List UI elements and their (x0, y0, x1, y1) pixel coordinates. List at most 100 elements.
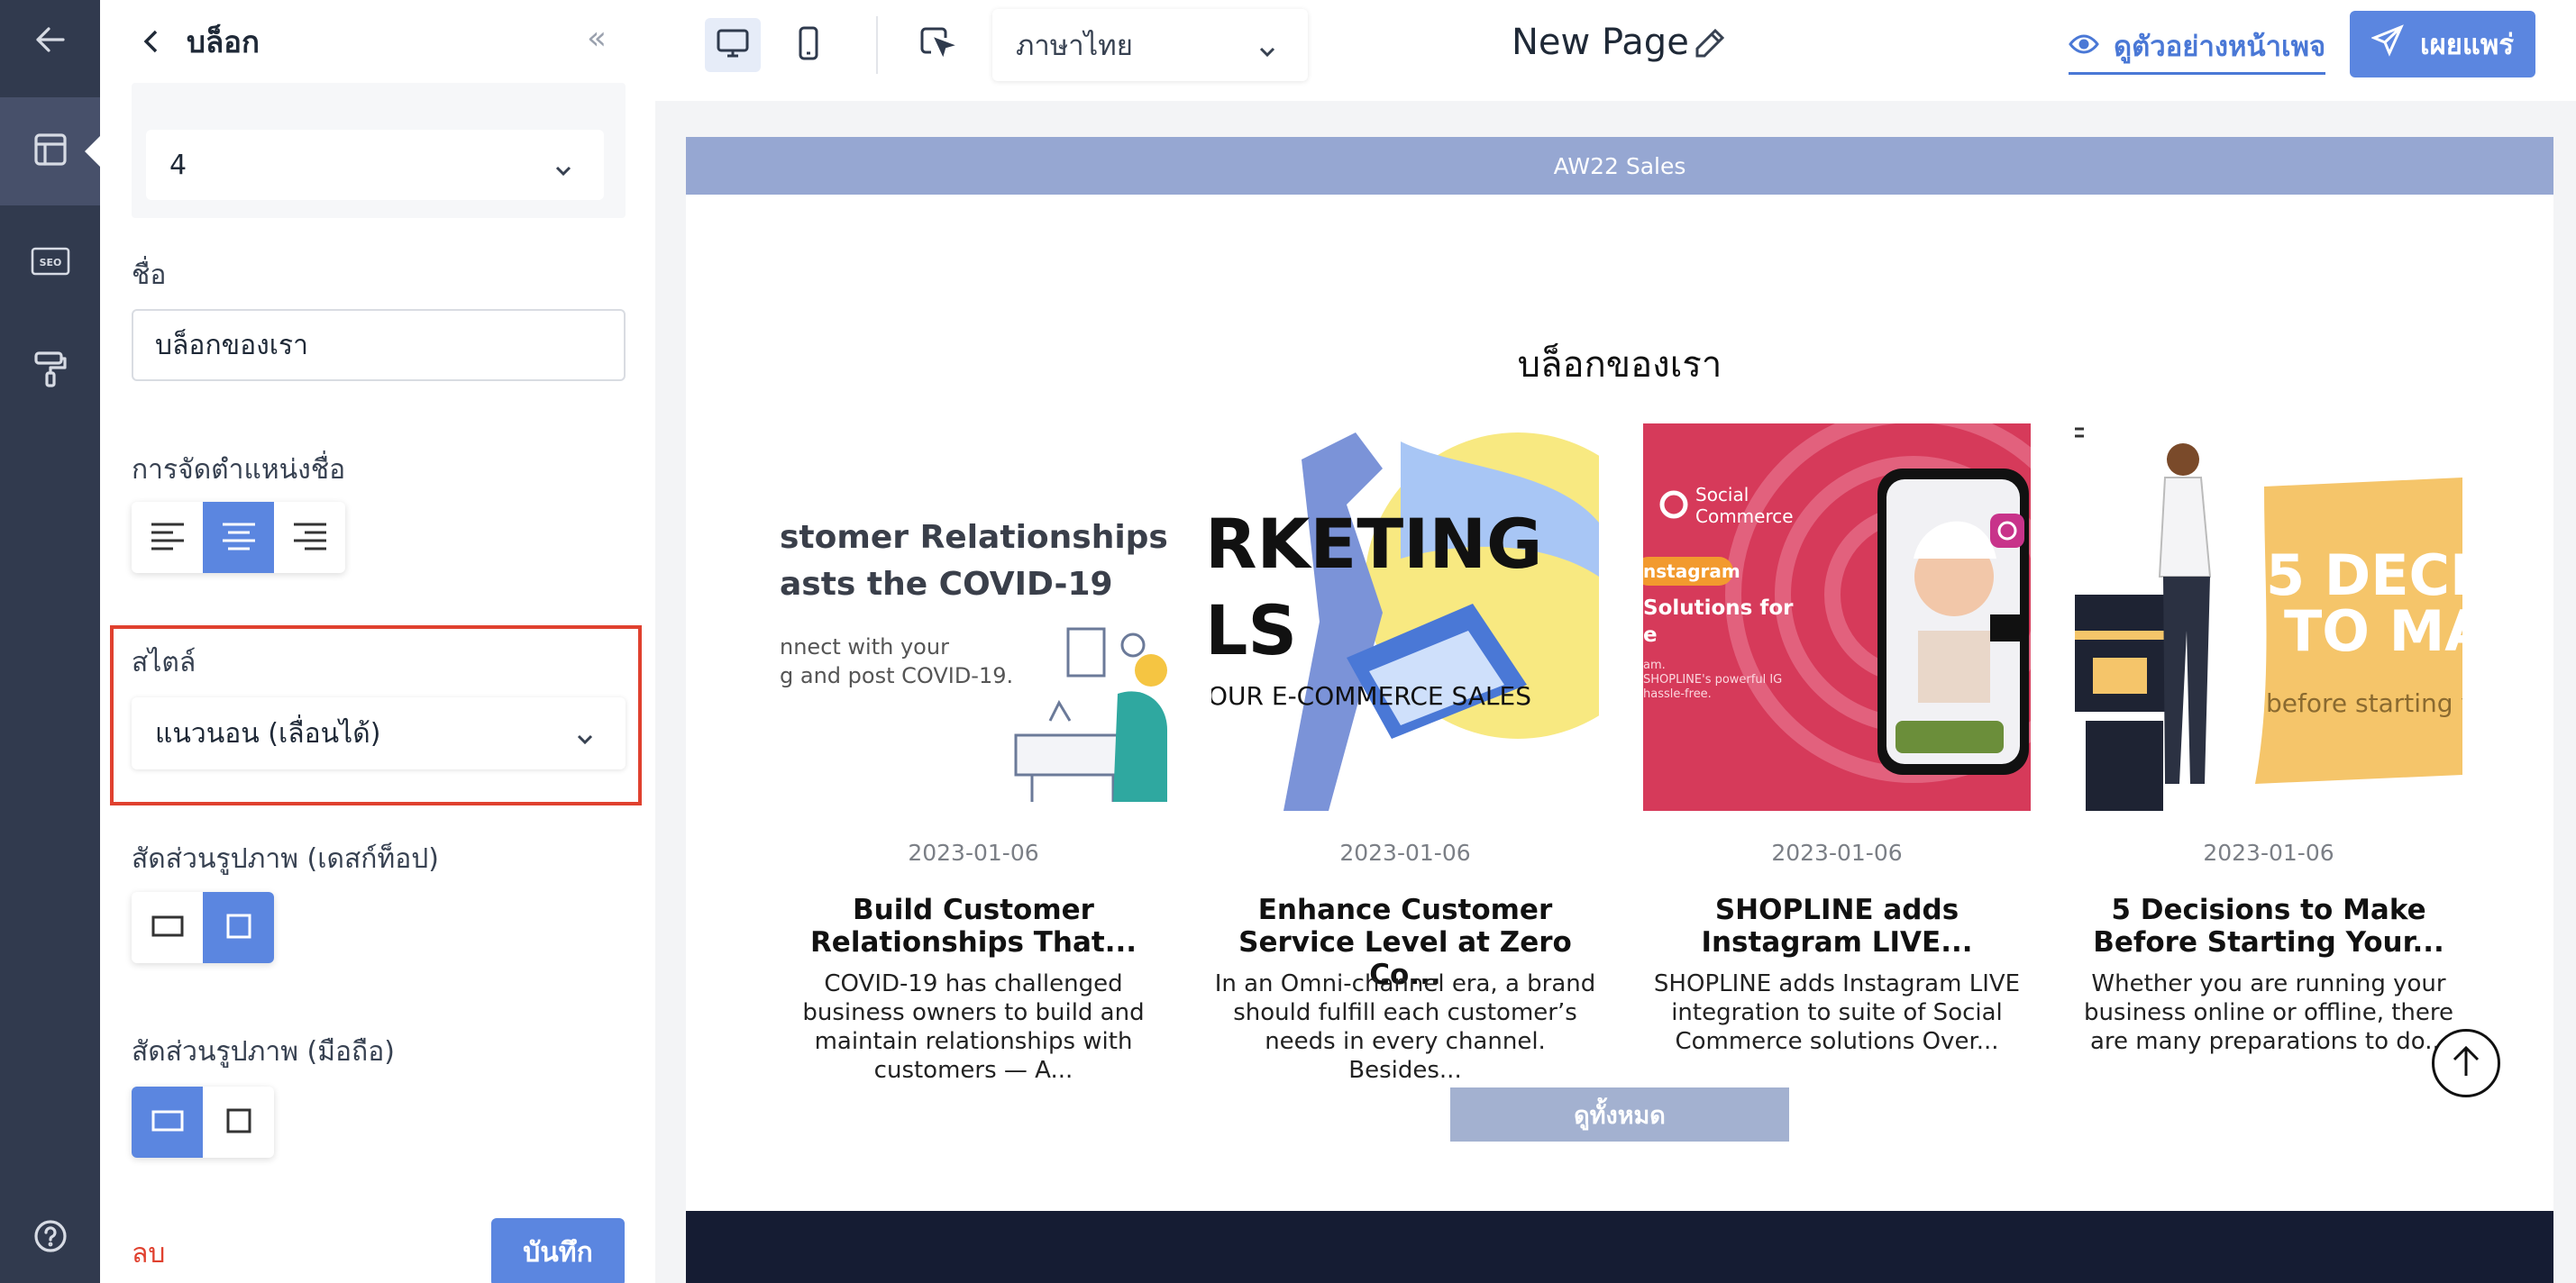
rail-seo-button[interactable]: SEO (0, 209, 100, 317)
ratio-square-button[interactable] (203, 892, 274, 963)
align-right-icon (292, 521, 328, 555)
eye-icon (2069, 30, 2114, 62)
chevron-down-icon (1257, 36, 1277, 58)
landscape-ratio-icon (151, 1109, 184, 1136)
page-preview: AW22 Sales บล็อกของเรา stomer Relationsh… (686, 137, 2553, 1283)
language-select[interactable]: ภาษาไทย (992, 9, 1308, 81)
page-footer (686, 1211, 2553, 1283)
count-setting: 4 (132, 83, 626, 218)
landscape-ratio-icon (151, 914, 184, 942)
blog-card-excerpt: COVID-19 has challenged business owners … (802, 970, 1145, 1084)
name-label: ชื่อ (132, 259, 167, 291)
mobile-view-button[interactable] (781, 18, 836, 72)
blog-card-excerpt: Whether you are running your business on… (2083, 970, 2454, 1055)
blog-card-title[interactable]: 5 Decisions to Make Before Starting Your… (2075, 894, 2462, 959)
name-input[interactable] (132, 309, 626, 381)
blog-card-title[interactable]: SHOPLINE adds Instagram LIVE... (1643, 894, 2031, 959)
desktop-view-button[interactable] (705, 18, 761, 72)
publish-button[interactable]: เผยแพร่ (2350, 11, 2535, 77)
thumb-text: g and post COVID-19. (780, 663, 1013, 688)
thumb-text: LS (1211, 590, 1297, 670)
scroll-to-top-button[interactable] (2432, 1029, 2500, 1097)
blog-card-excerpt: SHOPLINE adds Instagram LIVE integration… (1653, 970, 2021, 1055)
panel-header: บล็อก « (100, 0, 655, 83)
blog-card-thumbnail: stomer Relationships asts the COVID-19 n… (780, 423, 1167, 811)
blog-card-date: 2023-01-06 (908, 840, 1039, 866)
blog-card-date: 2023-01-06 (1339, 840, 1471, 866)
page-name: New Page (1512, 22, 1689, 63)
align-right-button[interactable] (274, 502, 345, 573)
panel-footer: ลบ บันทึก (100, 1198, 655, 1283)
rail-theme-button[interactable] (0, 317, 100, 425)
announcement-bar[interactable]: AW22 Sales (686, 137, 2553, 195)
page-builder: SEO บล็อก « 4 ชื่อ บล็อกของเรา การจัดตำแ… (0, 0, 2576, 1283)
icon-rail: SEO (0, 0, 101, 1283)
blog-card-thumbnail: Social Commerce nstagram Solutions for e… (1643, 423, 2031, 811)
preview-link[interactable]: ดูตัวอย่างหน้าเพจ (2069, 23, 2326, 75)
send-icon (2370, 24, 2420, 64)
arrow-left-icon (32, 22, 69, 61)
blog-card-thumbnail: RKETING LS OUR E-COMMERCE SALES (1211, 423, 1599, 811)
preview-label: ดูตัวอย่างหน้าเพจ (2114, 31, 2326, 63)
title-align-label: การจัดตำแหน่งชื่อ (132, 454, 346, 486)
svg-text:SEO: SEO (39, 257, 61, 268)
chevron-left-icon[interactable] (136, 25, 169, 58)
cursor-select-icon (918, 25, 956, 65)
rail-layout-button[interactable] (0, 97, 101, 205)
blog-card-excerpt: In an Omni-channel era, a brand should f… (1214, 970, 1596, 1084)
back-button[interactable] (0, 0, 100, 83)
ratio-landscape-button[interactable] (132, 1087, 203, 1158)
thumb-text: e (1643, 623, 1658, 647)
thumb-text: RKETING (1211, 504, 1542, 584)
language-select-value: ภาษาไทย (1016, 30, 1133, 62)
toolbar-divider (876, 16, 878, 74)
collapse-panel-icon[interactable]: « (587, 20, 607, 57)
preview-canvas: AW22 Sales บล็อกของเรา stomer Relationsh… (655, 101, 2576, 1283)
count-select[interactable]: 4 (146, 130, 604, 200)
arrow-up-icon (2450, 1043, 2482, 1083)
select-element-button[interactable] (909, 18, 965, 72)
thumb-text: OUR E-COMMERCE SALES (1211, 681, 1531, 711)
thumb-text: nstagram (1643, 560, 1740, 582)
help-icon (32, 1218, 69, 1258)
thumb-text: SHOPLINE's powerful IG (1643, 673, 1782, 687)
smartphone-icon (795, 26, 822, 64)
align-center-button[interactable] (203, 502, 274, 573)
title-align-group (132, 502, 345, 573)
publish-label: เผยแพร่ (2420, 29, 2514, 61)
thumb-text: nnect with your (780, 634, 949, 660)
ratio-desktop-group (132, 892, 274, 963)
thumb-text: TO MA (2284, 598, 2462, 664)
monitor-icon (716, 27, 750, 63)
layout-icon (32, 132, 69, 171)
style-highlight-box (110, 625, 642, 805)
thumb-text: Social (1695, 484, 1749, 505)
count-select-value: 4 (169, 149, 187, 181)
align-left-button[interactable] (132, 502, 203, 573)
view-all-button[interactable]: ดูทั้งหมด (1450, 1087, 1789, 1142)
blog-card-date: 2023-01-06 (2203, 840, 2334, 866)
save-button[interactable]: บันทึก (491, 1218, 625, 1283)
ratio-desktop-label: สัดส่วนรูปภาพ (เดสก์ท็อป) (132, 843, 440, 875)
thumb-text: am. (1643, 659, 1666, 672)
thumb-text: stomer Relationships (780, 519, 1167, 556)
panel-title: บล็อก (187, 24, 260, 59)
thumb-text: asts the COVID-19 (780, 566, 1113, 603)
blog-card-date: 2023-01-06 (1771, 840, 1903, 866)
top-toolbar: ภาษาไทย New Page ดูตัวอย่างหน้าเพจ เผยแพ… (655, 0, 2576, 101)
blog-card-title[interactable]: Build Customer Relationships That... (780, 894, 1167, 959)
ratio-mobile-label: สัดส่วนรูปภาพ (มือถือ) (132, 1036, 395, 1068)
ratio-landscape-button[interactable] (132, 892, 203, 963)
thumb-text: before starting yo (2266, 688, 2462, 718)
seo-icon: SEO (30, 243, 71, 283)
help-button[interactable] (0, 1193, 100, 1283)
paint-roller-icon (32, 350, 69, 393)
delete-link[interactable]: ลบ (132, 1233, 165, 1275)
ratio-square-button[interactable] (203, 1087, 274, 1158)
pencil-icon[interactable] (1692, 25, 1728, 65)
blog-section-title: บล็อกของเรา (1517, 344, 1722, 386)
align-center-icon (221, 521, 257, 555)
align-left-icon (150, 521, 186, 555)
ratio-mobile-group (132, 1087, 274, 1158)
chevron-down-icon (553, 156, 573, 177)
